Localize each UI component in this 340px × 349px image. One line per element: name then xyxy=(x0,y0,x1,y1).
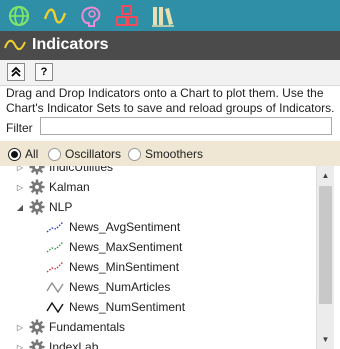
dotted-line-indicator-icon xyxy=(46,241,64,253)
collapse-all-button[interactable] xyxy=(7,63,25,81)
blocks-icon[interactable] xyxy=(114,3,140,29)
gear-icon xyxy=(29,339,45,349)
filter-input[interactable] xyxy=(40,117,332,135)
dotted-line-indicator-icon xyxy=(46,261,64,273)
radio-smoothers[interactable]: Smoothers xyxy=(128,146,203,162)
filter-label: Filter xyxy=(6,121,33,135)
scrollbar-thumb[interactable] xyxy=(319,186,332,304)
tree-item-label: News_AvgSentiment xyxy=(69,220,181,234)
gear-icon xyxy=(29,319,45,335)
indicator-wave-icon[interactable] xyxy=(42,3,68,29)
tree-group-indicutilities[interactable]: ▷ IndicUtilities xyxy=(16,166,113,176)
panel-header: Indicators xyxy=(0,31,340,60)
gear-icon xyxy=(29,166,45,175)
tree-item-label: Kalman xyxy=(49,180,90,194)
gear-icon xyxy=(29,199,45,215)
expand-arrow-icon: ▷ xyxy=(16,166,24,172)
tree-group-kalman[interactable]: ▷ Kalman xyxy=(16,178,90,196)
library-icon[interactable] xyxy=(150,3,176,29)
tree-item-label: IndexLab xyxy=(49,340,99,349)
tree-indicator-news-numarticles[interactable]: News_NumArticles xyxy=(46,278,170,296)
panel-title: Indicators xyxy=(32,36,109,53)
tree-indicator-news-numsentiment[interactable]: News_NumSentiment xyxy=(46,298,185,316)
radio-oscillators-label: Oscillators xyxy=(65,147,122,161)
radio-all[interactable]: All xyxy=(8,146,38,162)
app-icon-bar xyxy=(0,0,340,31)
collapse-arrow-icon: ◢ xyxy=(16,202,24,212)
brain-icon[interactable] xyxy=(78,3,104,29)
line-indicator-icon xyxy=(46,301,64,313)
tree-indicator-news-minsentiment[interactable]: News_MinSentiment xyxy=(46,258,179,276)
radio-smoothers-label: Smoothers xyxy=(145,147,204,161)
radio-unselected-icon xyxy=(48,147,61,161)
scroll-up-icon[interactable]: ▲ xyxy=(318,168,333,183)
gear-icon xyxy=(29,179,45,195)
dotted-line-indicator-icon xyxy=(46,221,64,233)
tree-group-fundamentals[interactable]: ▷ Fundamentals xyxy=(16,318,125,336)
tree-item-label: IndicUtilities xyxy=(49,166,114,174)
expand-arrow-icon: ▷ xyxy=(16,342,24,349)
indicator-tree: ▷ IndicUtilities ▷ Kalman ◢ NLP News_Avg… xyxy=(0,166,316,349)
help-button[interactable]: ? xyxy=(35,63,53,81)
radio-unselected-icon xyxy=(128,147,141,161)
tree-item-label: News_MaxSentiment xyxy=(69,240,183,254)
tree-item-label: News_MinSentiment xyxy=(69,260,180,274)
expand-arrow-icon: ▷ xyxy=(16,322,24,332)
tree-item-label: NLP xyxy=(49,200,73,214)
scroll-down-icon[interactable]: ▼ xyxy=(318,332,333,347)
indicator-wave-icon xyxy=(4,39,26,51)
tree-item-label: News_NumArticles xyxy=(69,280,171,294)
tree-item-label: Fundamentals xyxy=(49,320,126,334)
expand-arrow-icon: ▷ xyxy=(16,182,24,192)
double-chevron-up-icon xyxy=(11,66,21,77)
tree-item-label: News_NumSentiment xyxy=(69,300,186,314)
line-indicator-icon xyxy=(46,281,64,293)
tree-group-indexlab[interactable]: ▷ IndexLab xyxy=(16,338,98,349)
tree-group-nlp[interactable]: ◢ NLP xyxy=(16,198,72,216)
instructions-text: Drag and Drop Indicators onto a Chart to… xyxy=(6,86,335,115)
radio-oscillators[interactable]: Oscillators xyxy=(48,146,121,162)
tree-indicator-news-avgsentiment[interactable]: News_AvgSentiment xyxy=(46,218,180,236)
toolbar: ? xyxy=(0,60,340,86)
indicator-type-radio-group: All Oscillators Smoothers xyxy=(0,141,340,166)
globe-icon[interactable] xyxy=(6,3,32,29)
radio-all-label: All xyxy=(25,147,39,161)
tree-scrollbar[interactable]: ▲ ▼ xyxy=(316,166,334,349)
radio-selected-icon xyxy=(8,147,21,161)
tree-indicator-news-maxsentiment[interactable]: News_MaxSentiment xyxy=(46,238,182,256)
